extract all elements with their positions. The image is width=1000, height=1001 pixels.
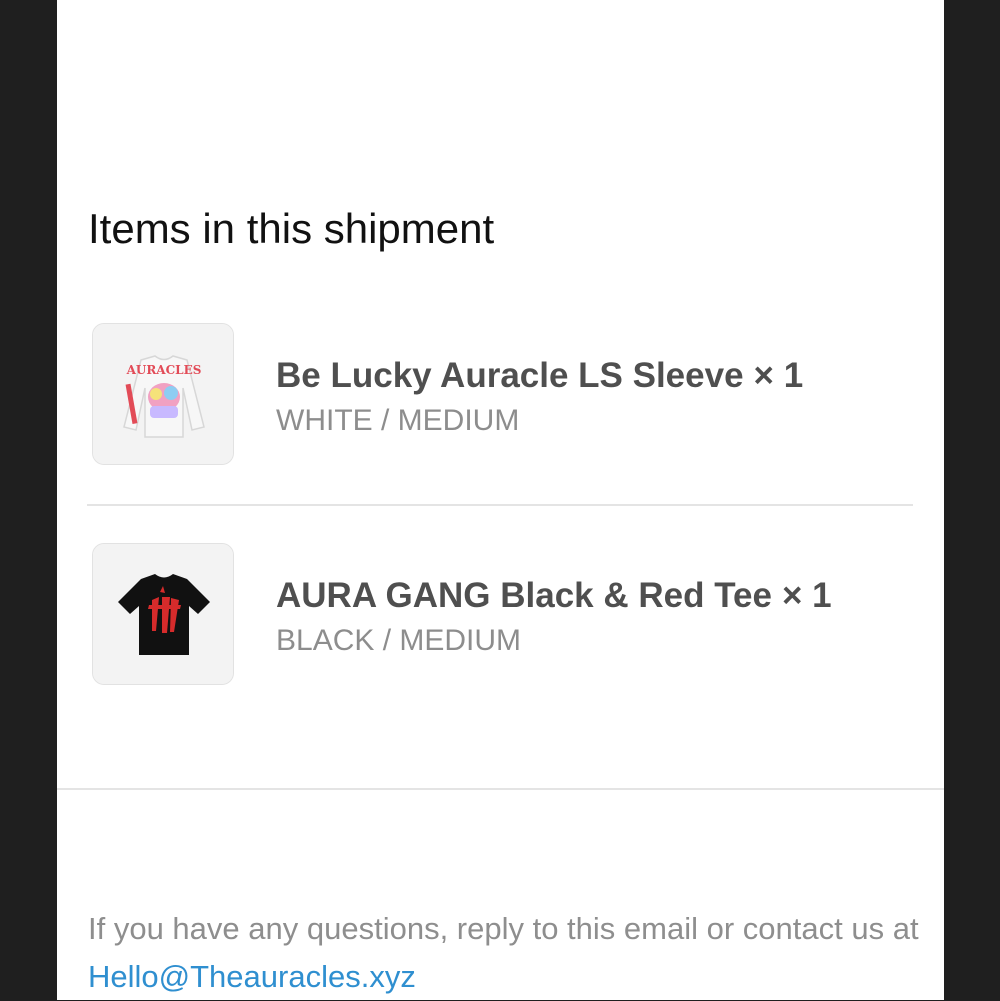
line-item-divider [87, 504, 913, 506]
product-name[interactable]: AURA GANG Black & Red Tee [276, 575, 772, 617]
shipment-line-item: AURA GANG Black & Red Tee × 1 BLACK / ME… [92, 543, 892, 689]
black-tee-shirt-icon [93, 544, 233, 684]
support-message-text: If you have any questions, reply to this… [88, 911, 919, 946]
support-contact-message: If you have any questions, reply to this… [88, 905, 928, 1001]
product-thumbnail[interactable]: AURACLES [92, 323, 234, 465]
dark-left-border [0, 0, 57, 1000]
shipment-line-item: AURACLES Be Lucky Auracle LS Sleeve × 1 … [92, 323, 892, 469]
svg-text:AURACLES: AURACLES [126, 363, 202, 377]
shipping-email-body: Items in this shipment AURACLES Be Lucky… [57, 0, 944, 1000]
items-section-title: Items in this shipment [88, 205, 495, 252]
white-long-sleeve-shirt-icon: AURACLES [93, 324, 233, 464]
product-details: Be Lucky Auracle LS Sleeve × 1 WHITE / M… [276, 355, 803, 439]
product-quantity: × 1 [753, 356, 804, 395]
product-title-row[interactable]: Be Lucky Auracle LS Sleeve × 1 [276, 355, 803, 397]
dark-right-border [944, 0, 1000, 1000]
product-thumbnail[interactable] [92, 543, 234, 685]
product-variant: BLACK / MEDIUM [276, 624, 522, 657]
product-details: AURA GANG Black & Red Tee × 1 BLACK / ME… [276, 575, 832, 659]
product-name[interactable]: Be Lucky Auracle LS Sleeve [276, 355, 744, 397]
product-title-row[interactable]: AURA GANG Black & Red Tee × 1 [276, 575, 832, 617]
support-email-link[interactable]: Hello@Theauracles.xyz [88, 959, 416, 994]
product-variant: WHITE / MEDIUM [276, 404, 520, 437]
footer-divider [57, 788, 944, 790]
product-quantity: × 1 [781, 576, 832, 615]
